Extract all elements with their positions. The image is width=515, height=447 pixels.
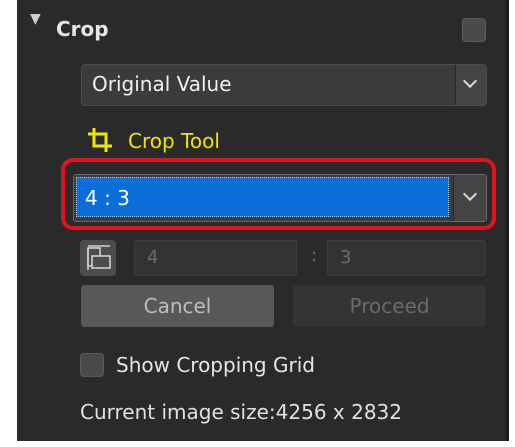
proceed-button[interactable]: Proceed [293,285,486,327]
show-grid-checkbox[interactable] [80,353,104,377]
ratio-width-field[interactable]: 4 [134,240,297,276]
preset-select-arrow[interactable] [455,65,486,105]
crop-tool-button[interactable]: Crop Tool [84,124,244,158]
ratio-width-value: 4 [147,247,159,268]
preset-select-value: Original Value [92,72,232,96]
swap-orientation-button[interactable] [80,240,116,276]
crop-tool-label: Crop Tool [128,129,220,153]
chevron-down-icon [462,73,478,89]
preset-select[interactable]: Original Value [81,64,487,106]
ratio-height-value: 3 [340,247,352,268]
crop-icon [88,128,112,152]
show-grid-label[interactable]: Show Cropping Grid [116,352,315,378]
image-size-text: Current image size:4256 x 2832 [80,400,402,424]
section-enable-checkbox[interactable] [462,18,486,42]
triangle-down-icon[interactable]: ▼ [30,12,41,26]
aspect-ratio-arrow[interactable] [453,175,486,221]
section-title[interactable]: Crop [56,17,109,41]
aspect-ratio-selected: 4 : 3 [76,177,449,217]
ratio-height-field[interactable]: 3 [327,240,486,276]
screenshot-frame: ▼ Crop Original Value Crop Tool 4 : 3 4 … [0,0,515,447]
aspect-ratio-select[interactable]: 4 : 3 [73,174,487,222]
chevron-down-icon [462,186,478,202]
swap-orientation-icon [87,245,111,270]
ratio-separator: : [311,245,318,266]
cancel-button[interactable]: Cancel [81,285,274,327]
aspect-ratio-value: 4 : 3 [85,186,130,210]
panel-edge [506,0,509,441]
